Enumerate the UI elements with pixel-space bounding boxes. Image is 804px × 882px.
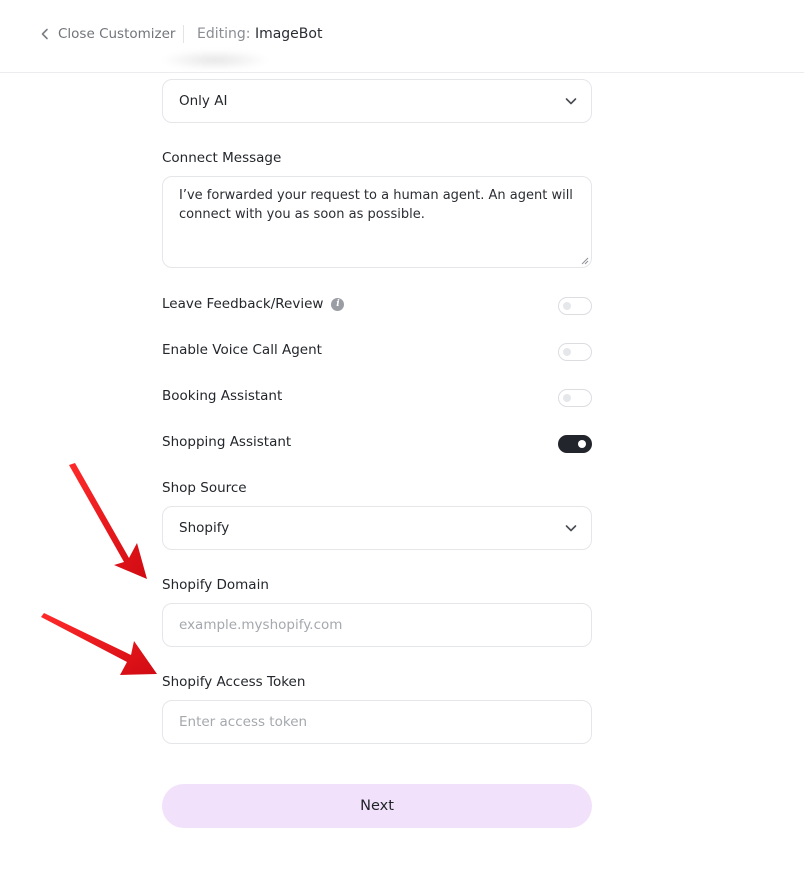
close-customizer-label: Close Customizer xyxy=(58,26,176,42)
divider xyxy=(183,25,184,43)
top-bar: Close Customizer Editing: ImageBot xyxy=(0,0,804,73)
editing-bot-name: ImageBot xyxy=(254,26,323,42)
annotation-arrows xyxy=(41,463,157,675)
editing-label: Editing: xyxy=(197,26,251,42)
close-customizer-button[interactable]: Close Customizer xyxy=(40,24,175,44)
red-arrow-icon xyxy=(41,613,157,675)
faded-background-text xyxy=(160,50,270,70)
chevron-left-icon xyxy=(41,28,48,40)
editing-indicator: Editing: ImageBot xyxy=(197,24,322,44)
red-arrow-icon xyxy=(69,463,147,579)
